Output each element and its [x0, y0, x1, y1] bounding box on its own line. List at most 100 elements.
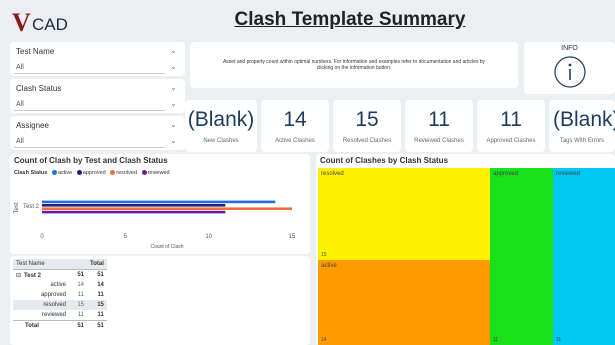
legend-title: Clash Status	[14, 170, 48, 176]
dropdown-value[interactable]: All	[16, 138, 24, 145]
vcad-logo: V CAD	[4, 2, 68, 37]
logo-text: CAD	[32, 15, 68, 34]
chevron-down-icon[interactable]: ⌄	[170, 62, 177, 71]
treemap-value: 11	[556, 337, 562, 343]
divider	[14, 110, 165, 111]
collapse-chevron-icon[interactable]: ⌄	[170, 46, 177, 55]
legend-dot-reviewed	[141, 170, 147, 176]
chevron-down-icon[interactable]: ⌄	[170, 99, 177, 108]
kpi-value: 11	[500, 108, 522, 131]
table-row: active 14 14	[13, 280, 107, 290]
kpi-approved-clashes: 11 Approved Clashes	[477, 100, 545, 152]
logo-v: V	[12, 8, 31, 37]
row-status: resolved	[43, 302, 66, 308]
x-tick-label: 10	[205, 234, 212, 240]
info-button[interactable]: INFO	[524, 42, 615, 94]
x-tick-label: 0	[40, 234, 44, 240]
kpi-value: (Blank)	[187, 108, 255, 131]
row-total: 15	[97, 302, 104, 308]
info-icon[interactable]	[553, 55, 587, 89]
kpi-value: (Blank)	[553, 108, 615, 131]
kpi-label: Approved Clashes	[486, 138, 536, 144]
treemap-tile-active[interactable]: active 14	[318, 260, 490, 345]
bar-chart-panel[interactable]: Count of Clash by Test and Clash Status …	[10, 154, 310, 254]
kpi-label: Active Clashes	[275, 138, 315, 144]
dropdown-value[interactable]: All	[16, 101, 24, 108]
bar-approved	[42, 204, 226, 207]
kpi-resolved-clashes: 15 Resolved Clashes	[333, 100, 401, 152]
kpi-tags-with-errors: (Blank) Tags With Errors	[549, 100, 615, 152]
treemap-tile-resolved[interactable]: resolved 15	[318, 168, 490, 260]
group-name: Test 2	[24, 272, 41, 279]
legend-dot-approved	[76, 170, 82, 176]
row-value: 11	[77, 312, 84, 318]
legend-item-resolved: resolved	[116, 170, 138, 176]
info-label: INFO	[561, 45, 578, 52]
row-total: 11	[97, 292, 104, 298]
kpi-value: 15	[355, 108, 379, 131]
kpi-label: New Clashes	[203, 138, 239, 144]
slicer-label: Test Name	[16, 47, 55, 56]
table-row: resolved 15 15	[13, 300, 107, 310]
bar-resolved	[42, 207, 292, 210]
treemap-value: 15	[321, 252, 327, 258]
slicer-assignee[interactable]: Assignee ⌄ All ⌄	[10, 116, 185, 150]
row-status: approved	[40, 292, 66, 298]
header-spacer	[69, 259, 87, 270]
group-value: 51	[77, 272, 84, 278]
chevron-down-icon[interactable]: ⌄	[170, 136, 177, 145]
kpi-value: 11	[428, 108, 450, 131]
kpi-label: Resolved Clashes	[342, 138, 392, 144]
group-cell[interactable]: ⊟ Test 2	[13, 270, 69, 281]
row-total: 14	[97, 282, 104, 288]
table-row: approved 11 11	[13, 290, 107, 300]
kpi-value: 14	[283, 108, 307, 131]
row-value: 15	[77, 302, 84, 308]
kpi-label: Reviewed Clashes	[414, 138, 464, 144]
header-total: Total	[90, 261, 104, 267]
x-axis-label: Count of Clash	[150, 244, 183, 250]
slicer-clash-status[interactable]: Clash Status ⌄ All ⌄	[10, 79, 185, 113]
divider	[14, 147, 165, 148]
divider	[14, 73, 165, 74]
row-value: 14	[77, 282, 84, 288]
treemap-label: reviewed	[556, 171, 581, 177]
bar-chart[interactable]: Test Test 2 0 5 10 15 Count of Clash	[10, 180, 310, 254]
matrix-group-row[interactable]: ⊟ Test 2 51 51	[13, 270, 107, 281]
dropdown-value[interactable]: All	[16, 64, 24, 71]
info-description: Asset and property count within optimal …	[190, 42, 518, 88]
matrix-table: Test Name Total ⊟ Test 2 51 51 active 14 …	[13, 259, 107, 331]
bar-chart-legend: Clash Status active approved resolved re…	[14, 170, 170, 176]
page-title: Clash Template Summary	[234, 9, 466, 30]
bar-active	[42, 200, 276, 204]
slicer-test-name[interactable]: Test Name ⌄ All ⌄	[10, 42, 185, 76]
treemap-value: 11	[493, 337, 499, 343]
collapse-icon[interactable]: ⊟	[16, 273, 21, 279]
kpi-reviewed-clashes: 11 Reviewed Clashes	[405, 100, 473, 152]
x-tick-label: 15	[289, 234, 296, 240]
treemap-panel[interactable]: Count of Clashes by Clash Status resolve…	[316, 154, 615, 345]
treemap-tile-reviewed[interactable]: reviewed 11	[553, 168, 615, 345]
collapse-chevron-icon[interactable]: ⌄	[170, 83, 177, 92]
matrix-header-row: Test Name Total	[13, 259, 107, 270]
treemap-tile-approved[interactable]: approved 11	[490, 168, 553, 345]
treemap-label: approved	[493, 171, 519, 177]
collapse-chevron-icon[interactable]: ⌄	[170, 120, 177, 129]
row-value: 11	[77, 292, 84, 298]
group-total: 51	[97, 272, 104, 278]
slicer-label: Clash Status	[16, 84, 62, 93]
category-label: Test 2	[23, 204, 40, 210]
kpi-new-clashes: (Blank) New Clashes	[185, 100, 257, 152]
table-row: reviewed 11 11	[13, 310, 107, 321]
treemap-value: 14	[321, 337, 327, 343]
bar-reviewed	[42, 210, 226, 214]
y-axis-label: Test	[14, 202, 20, 213]
total-total: 51	[97, 323, 104, 329]
bar-chart-title: Count of Clash by Test and Clash Status	[14, 156, 168, 165]
matrix-panel: Test Name Total ⊟ Test 2 51 51 active 14 …	[10, 256, 310, 345]
treemap-title: Count of Clashes by Clash Status	[320, 156, 449, 165]
x-tick-label: 5	[124, 234, 128, 240]
row-total: 11	[97, 312, 104, 318]
treemap-label: active	[321, 263, 337, 269]
kpi-label: Tags With Errors	[559, 138, 605, 144]
